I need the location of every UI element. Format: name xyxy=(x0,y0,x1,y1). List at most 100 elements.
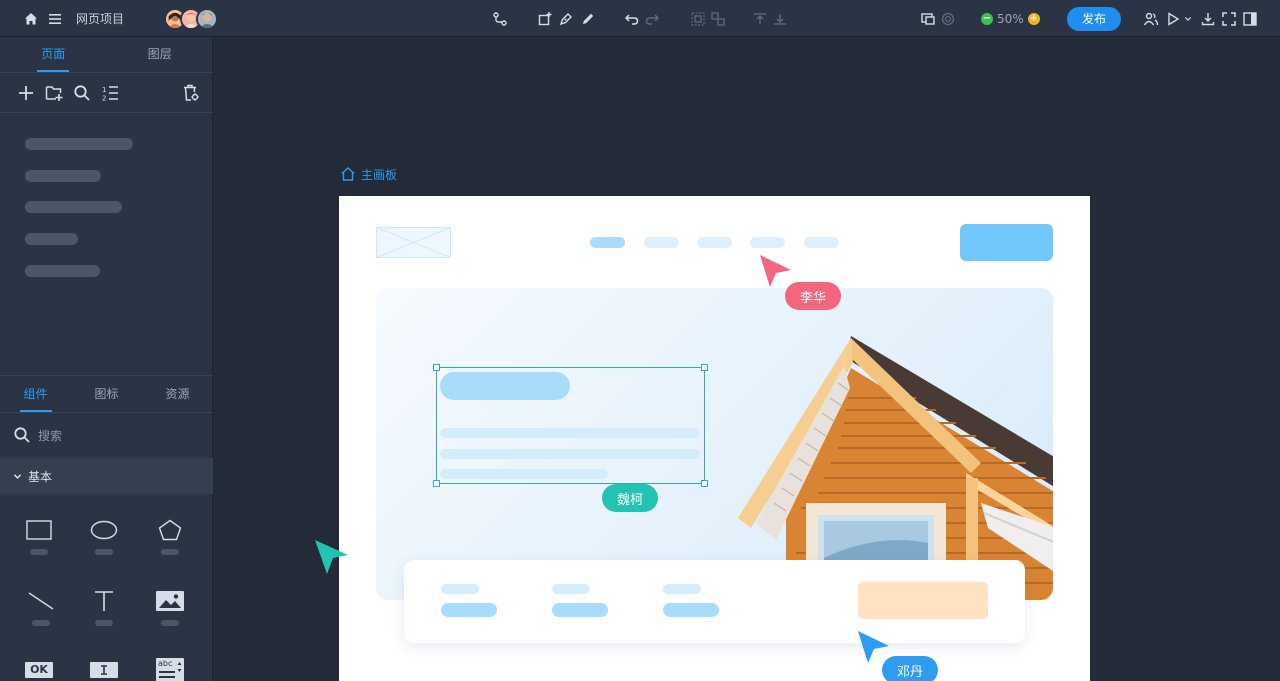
add-shape-icon[interactable] xyxy=(535,9,555,29)
component-rectangle[interactable] xyxy=(14,517,64,555)
download-icon[interactable] xyxy=(1198,9,1218,29)
resize-handle[interactable] xyxy=(433,364,440,371)
component-pentagon[interactable] xyxy=(145,517,195,555)
cursor-arrow-icon xyxy=(760,255,791,287)
left-sidebar: 页面 图层 12 组件 图标 资源 搜索 基本 OK abc xyxy=(0,37,213,681)
collaborator-tag-lihua: 李华 xyxy=(785,282,841,310)
info-card[interactable] xyxy=(404,560,1025,643)
component-image[interactable] xyxy=(145,588,195,626)
card-stat-value xyxy=(441,603,497,617)
component-label-placeholder xyxy=(32,620,50,626)
svg-text:2: 2 xyxy=(102,95,106,103)
chevron-down-icon[interactable] xyxy=(1183,9,1193,29)
tab-label: 页面 xyxy=(41,47,66,61)
button-icon: OK xyxy=(25,657,53,681)
card-stat-value xyxy=(552,603,608,617)
fullscreen-icon[interactable] xyxy=(1219,9,1239,29)
panel-toggle-icon[interactable] xyxy=(1240,9,1260,29)
resize-handle[interactable] xyxy=(701,480,708,487)
component-label-placeholder xyxy=(30,549,48,555)
page-item[interactable] xyxy=(25,265,100,277)
select-icon: abc xyxy=(156,657,184,681)
add-icon[interactable] xyxy=(16,83,36,103)
project-title[interactable]: 网页项目 xyxy=(76,10,124,27)
search-icon xyxy=(12,425,32,445)
group-basic-header[interactable]: 基本 xyxy=(0,458,213,494)
nav-item[interactable] xyxy=(590,237,625,248)
align-bottom-icon[interactable] xyxy=(770,9,790,29)
sidebar-top-tabs: 页面 图层 xyxy=(0,37,213,73)
resize-handle[interactable] xyxy=(433,480,440,487)
ungroup-icon[interactable] xyxy=(708,9,728,29)
tab-resources[interactable]: 资源 xyxy=(142,376,213,412)
undo-icon[interactable] xyxy=(622,9,642,29)
component-label-placeholder xyxy=(95,620,113,626)
page-item[interactable] xyxy=(25,170,101,182)
svg-text:1: 1 xyxy=(102,86,106,94)
artboard[interactable] xyxy=(339,196,1090,681)
nav-item[interactable] xyxy=(804,237,839,248)
page-item[interactable] xyxy=(25,201,122,213)
selection-box[interactable] xyxy=(433,364,708,487)
zoom-out-icon[interactable]: − xyxy=(981,12,993,25)
target-icon[interactable] xyxy=(938,9,958,29)
group-icon[interactable] xyxy=(688,9,708,29)
page-tools: 12 xyxy=(0,73,213,113)
tab-layers[interactable]: 图层 xyxy=(107,37,214,72)
component-search[interactable]: 搜索 xyxy=(0,413,213,457)
redo-icon[interactable] xyxy=(642,9,662,29)
search-icon[interactable] xyxy=(72,83,92,103)
page-item[interactable] xyxy=(25,233,78,245)
search-placeholder: 搜索 xyxy=(38,428,63,443)
breadcrumb-label: 主画板 xyxy=(361,167,398,182)
tab-icons[interactable]: 图标 xyxy=(71,376,142,412)
component-ellipse[interactable] xyxy=(79,517,129,555)
add-folder-icon[interactable] xyxy=(44,83,64,103)
play-icon[interactable] xyxy=(1163,9,1183,29)
group-label: 基本 xyxy=(28,469,53,484)
tab-label: 图层 xyxy=(147,47,172,61)
card-action-placeholder[interactable] xyxy=(858,582,988,619)
image-icon xyxy=(156,588,184,614)
tab-pages[interactable]: 页面 xyxy=(0,37,107,72)
component-label-placeholder xyxy=(161,549,179,555)
align-top-icon[interactable] xyxy=(750,9,770,29)
tab-label: 图标 xyxy=(94,387,119,401)
sort-list-icon[interactable]: 12 xyxy=(100,83,120,103)
home-icon[interactable] xyxy=(21,9,41,29)
zoom-level[interactable]: 50% xyxy=(997,12,1024,26)
card-stat-label xyxy=(663,584,701,594)
card-stat-label xyxy=(552,584,590,594)
page-item[interactable] xyxy=(25,138,133,150)
nav-item[interactable] xyxy=(697,237,732,248)
component-label-placeholder xyxy=(161,620,179,626)
collaborators-icon[interactable] xyxy=(1141,9,1161,29)
delete-settings-icon[interactable] xyxy=(181,83,201,103)
component-button[interactable]: OK xyxy=(14,657,64,681)
resize-handle[interactable] xyxy=(701,364,708,371)
preview-device-icon[interactable] xyxy=(918,9,938,29)
breadcrumb[interactable]: 主画板 xyxy=(339,165,397,183)
card-stat-label xyxy=(441,584,479,594)
nav-item[interactable] xyxy=(750,237,785,248)
header-cta-placeholder[interactable] xyxy=(960,224,1053,261)
collaborator-tag-weike: 魏柯 xyxy=(602,484,658,512)
select-component-text: abc xyxy=(158,659,173,668)
avatar[interactable] xyxy=(196,7,218,30)
input-icon xyxy=(90,657,118,681)
tab-components[interactable]: 组件 xyxy=(0,376,71,412)
chevron-down-icon xyxy=(12,471,22,481)
component-line[interactable] xyxy=(16,588,66,626)
nav-item[interactable] xyxy=(644,237,679,248)
zoom-in-icon[interactable]: + xyxy=(1027,12,1040,25)
component-select[interactable]: abc xyxy=(145,657,195,681)
pencil-icon[interactable] xyxy=(578,9,598,29)
menu-icon[interactable] xyxy=(45,9,65,29)
tab-label: 组件 xyxy=(23,387,48,401)
publish-button[interactable]: 发布 xyxy=(1067,6,1121,31)
collaborator-avatars[interactable] xyxy=(164,7,218,30)
pen-icon[interactable] xyxy=(556,9,576,29)
component-input[interactable] xyxy=(79,657,129,681)
connector-icon[interactable] xyxy=(490,9,510,29)
component-text[interactable] xyxy=(79,588,129,626)
